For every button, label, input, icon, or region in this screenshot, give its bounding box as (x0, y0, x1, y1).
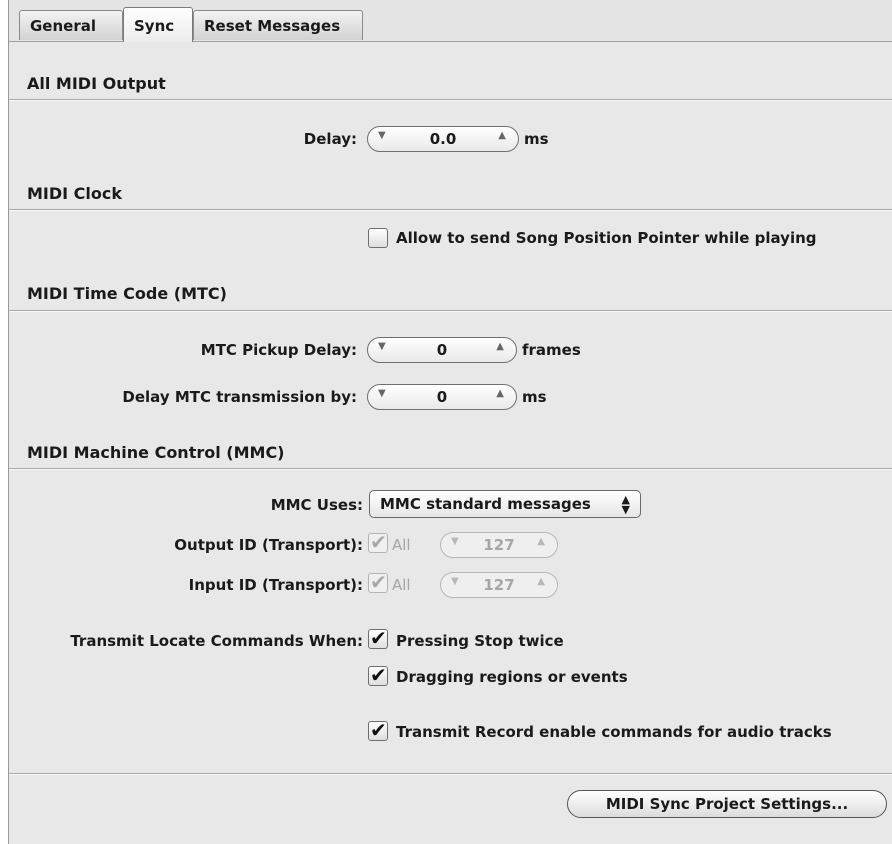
section-divider (9, 310, 892, 312)
tab-general[interactable]: General (19, 10, 123, 40)
section-title-mmc: MIDI Machine Control (MMC) (27, 443, 285, 462)
tab-general-label: General (30, 17, 96, 35)
output-id-label: Output ID (Transport): (174, 536, 363, 554)
pressing-stop-checkbox[interactable] (368, 626, 388, 650)
section-title-mtc: MIDI Time Code (MTC) (27, 284, 227, 303)
triangle-up-icon[interactable]: ▲ (537, 536, 545, 547)
mtc-transmission-delay-unit: ms (522, 388, 547, 406)
tab-sync[interactable]: Sync (123, 7, 193, 42)
output-id-all-checkbox[interactable] (368, 530, 388, 554)
input-id-all-label: All (392, 576, 411, 594)
mtc-pickup-delay-stepper[interactable]: ▼ 0 ▲ (367, 337, 517, 363)
triangle-up-icon[interactable]: ▲ (537, 576, 545, 587)
footer-divider (9, 773, 892, 775)
tab-bar: General Sync Reset Messages (9, 0, 892, 42)
mtc-transmission-delay-value: 0 (436, 388, 448, 406)
tab-reset-messages-label: Reset Messages (204, 17, 341, 35)
dragging-checkbox[interactable] (368, 663, 388, 687)
spp-checkbox[interactable] (368, 228, 388, 248)
transmit-locate-label: Transmit Locate Commands When: (70, 632, 363, 650)
tab-reset-messages[interactable]: Reset Messages (193, 10, 363, 40)
mtc-transmission-delay-label: Delay MTC transmission by: (122, 388, 357, 406)
triangle-up-icon[interactable]: ▲ (498, 130, 506, 141)
mtc-pickup-delay-label: MTC Pickup Delay: (200, 341, 357, 359)
input-id-all-checkbox[interactable] (368, 570, 388, 594)
delay-stepper[interactable]: ▼ 0.0 ▲ (367, 126, 519, 152)
triangle-up-icon[interactable]: ▲ (496, 341, 504, 352)
up-down-arrows-icon: ▲ ▼ (621, 493, 630, 516)
mtc-transmission-delay-stepper[interactable]: ▼ 0 ▲ (367, 384, 517, 410)
section-divider (9, 468, 892, 470)
delay-value: 0.0 (429, 130, 457, 148)
section-divider (9, 209, 892, 211)
spp-label: Allow to send Song Position Pointer whil… (396, 229, 817, 247)
section-title-all-midi-output: All MIDI Output (27, 74, 166, 93)
mmc-uses-value: MMC standard messages (380, 495, 591, 513)
section-divider (9, 99, 892, 101)
delay-label: Delay: (303, 130, 357, 148)
section-title-midi-clock: MIDI Clock (27, 184, 123, 203)
midi-sync-project-settings-button[interactable]: MIDI Sync Project Settings... (567, 790, 887, 818)
dragging-label: Dragging regions or events (396, 668, 628, 686)
mtc-pickup-delay-value: 0 (436, 341, 448, 359)
output-id-all-label: All (392, 536, 411, 554)
mmc-uses-popup[interactable]: MMC standard messages ▲ ▼ (369, 490, 641, 518)
record-enable-checkbox[interactable] (368, 718, 388, 742)
pressing-stop-label: Pressing Stop twice (396, 632, 564, 650)
input-id-stepper[interactable]: ▼ 127 ▲ (440, 572, 558, 598)
midi-sync-project-settings-label: MIDI Sync Project Settings... (605, 795, 849, 813)
triangle-up-icon[interactable]: ▲ (496, 388, 504, 399)
input-id-label: Input ID (Transport): (188, 576, 363, 594)
mmc-uses-label: MMC Uses: (270, 496, 363, 514)
record-enable-label: Transmit Record enable commands for audi… (396, 723, 832, 741)
mtc-pickup-delay-unit: frames (522, 341, 581, 359)
delay-unit: ms (524, 130, 549, 148)
tab-sync-label: Sync (134, 17, 175, 35)
preferences-window: General Sync Reset Messages All MIDI Out… (8, 0, 892, 844)
output-id-stepper[interactable]: ▼ 127 ▲ (440, 532, 558, 558)
